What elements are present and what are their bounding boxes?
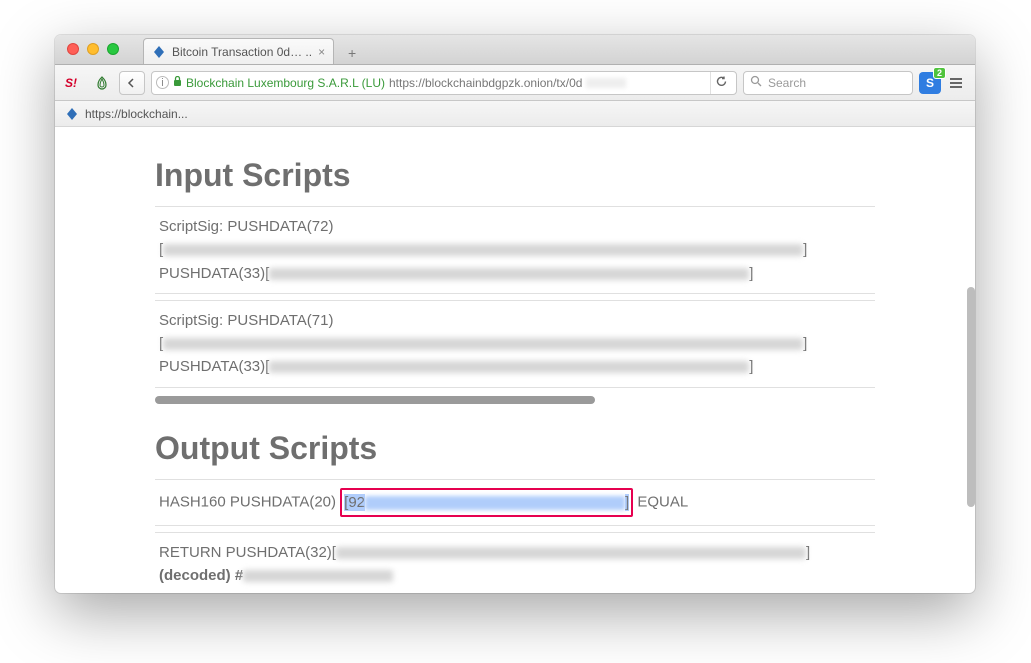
lock-icon	[173, 76, 182, 90]
browser-tab[interactable]: Bitcoin Transaction 0d… .. ×	[143, 38, 334, 64]
horizontal-scrollbar[interactable]	[155, 396, 595, 404]
window-controls	[67, 43, 119, 55]
browser-window: Bitcoin Transaction 0d… .. × + S! i Bloc…	[55, 35, 975, 593]
url-blur	[586, 78, 626, 88]
new-tab-button[interactable]: +	[340, 42, 364, 64]
output-script-1: HASH160 PUSHDATA(20) [92] EQUAL	[155, 479, 875, 526]
search-placeholder: Search	[768, 76, 806, 90]
reload-button[interactable]	[710, 72, 732, 94]
maximize-window-button[interactable]	[107, 43, 119, 55]
scriptsig2-pushdata33: PUSHDATA(33)[]	[159, 355, 871, 378]
site-info-icon[interactable]: i	[156, 76, 169, 89]
vertical-scrollbar[interactable]	[967, 287, 975, 507]
scriptsig1-pushdata33: PUSHDATA(33)[]	[159, 262, 871, 285]
minimize-window-button[interactable]	[87, 43, 99, 55]
scriptsig2-label: ScriptSig: PUSHDATA(71)	[159, 309, 871, 332]
tor-onion-icon[interactable]	[91, 72, 113, 94]
bookmark-favicon-icon	[65, 107, 79, 121]
search-bar[interactable]: Search	[743, 71, 913, 95]
bookmarks-bar: https://blockchain...	[55, 101, 975, 127]
redacted-data	[163, 338, 803, 350]
tab-favicon-icon	[152, 45, 166, 59]
ev-cert-label: Blockchain Luxembourg S.A.R.L (LU)	[186, 76, 385, 90]
extensions-area: S 2	[919, 72, 967, 94]
redacted-data	[336, 547, 806, 559]
redacted-data	[269, 268, 749, 280]
decoded-label: (decoded) #	[159, 567, 243, 584]
page-content: Input Scripts ScriptSig: PUSHDATA(72) []…	[55, 127, 975, 593]
url-text: https://blockchainbdgpzk.onion/tx/0d	[389, 76, 582, 90]
scriptsig1-label: ScriptSig: PUSHDATA(72)	[159, 215, 871, 238]
output-scripts-heading: Output Scripts	[155, 430, 875, 467]
input-scripts-heading: Input Scripts	[155, 157, 875, 194]
redacted-highlight	[365, 496, 625, 510]
extension-si-icon[interactable]: S!	[63, 72, 85, 94]
scriptsig1-data: []	[159, 238, 871, 261]
input-script-2: ScriptSig: PUSHDATA(71) [] PUSHDATA(33)[…	[155, 300, 875, 388]
output-script-2: RETURN PUSHDATA(32)[] (decoded) #	[155, 532, 875, 593]
close-window-button[interactable]	[67, 43, 79, 55]
extension-s-button[interactable]: S 2	[919, 72, 941, 94]
highlighted-hash: [92]	[340, 488, 633, 517]
svg-text:S!: S!	[65, 76, 77, 90]
tab-bar: Bitcoin Transaction 0d… .. × +	[55, 35, 975, 65]
close-tab-icon[interactable]: ×	[318, 45, 325, 59]
redacted-data	[269, 361, 749, 373]
bookmark-item[interactable]: https://blockchain...	[85, 107, 188, 121]
search-icon	[750, 75, 762, 90]
redacted-data	[163, 244, 803, 256]
back-button[interactable]	[119, 71, 145, 95]
redacted-data	[243, 570, 393, 582]
hamburger-menu-icon[interactable]	[945, 72, 967, 94]
toolbar: S! i Blockchain Luxembourg S.A.R.L (LU) …	[55, 65, 975, 101]
extension-badge: 2	[933, 67, 946, 79]
tab-title: Bitcoin Transaction 0d… ..	[172, 45, 312, 59]
input-script-1: ScriptSig: PUSHDATA(72) [] PUSHDATA(33)[…	[155, 206, 875, 294]
url-bar[interactable]: i Blockchain Luxembourg S.A.R.L (LU) htt…	[151, 71, 737, 95]
scriptsig2-data: []	[159, 332, 871, 355]
